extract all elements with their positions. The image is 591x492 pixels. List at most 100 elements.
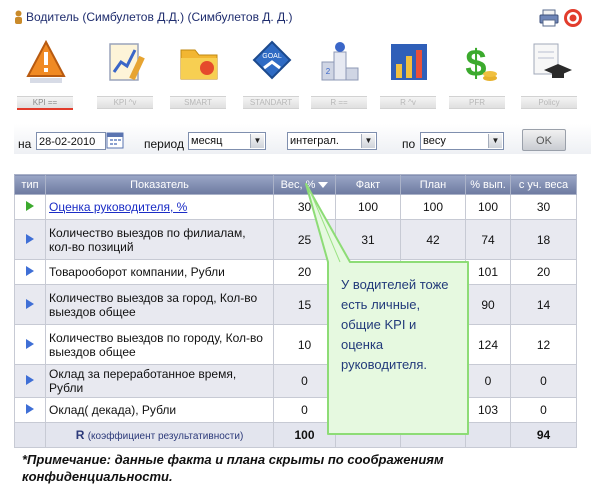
- tool-policy[interactable]: Policy: [518, 34, 580, 110]
- summary-label-cell: R (коэффициент результативности): [45, 422, 274, 448]
- header-weight[interactable]: Вес, %: [273, 174, 336, 195]
- filter-bar: на 28-02-2010 период месяц ▼ интеграл. ▼…: [14, 124, 591, 154]
- row-percent: 100: [465, 194, 511, 220]
- header-indicator[interactable]: Показатель: [45, 174, 274, 195]
- chevron-down-icon: ▼: [250, 134, 264, 148]
- tool-label: KPI ^v: [97, 96, 153, 109]
- table-row[interactable]: Оклад( декада), Рубли 0 103 0: [14, 397, 577, 423]
- row-fact: 100: [335, 194, 401, 220]
- header-type[interactable]: тип: [14, 174, 46, 195]
- table-row[interactable]: Оклад за переработанное время, Рубли 0 0…: [14, 364, 577, 398]
- play-green-icon[interactable]: [26, 201, 34, 211]
- callout-text: У водителей тоже есть личные, общие KPI …: [341, 275, 466, 375]
- tool-ranking-chart[interactable]: R ^v: [377, 34, 439, 110]
- row-percent: 74: [465, 219, 511, 260]
- row-plan: [400, 397, 466, 423]
- title-bar: Водитель (Симбулетов Д.Д.) (Симбулетов Д…: [14, 8, 591, 28]
- row-type-cell: [14, 364, 46, 398]
- summary-label: R: [75, 428, 85, 442]
- row-name-cell: Товарооборот компании, Рубли: [45, 259, 274, 285]
- tool-label: STANDART: [243, 96, 299, 109]
- smart-folder-icon: [180, 49, 218, 80]
- play-blue-icon[interactable]: [26, 233, 34, 244]
- tool-kpi-chart[interactable]: KPI ^v: [94, 34, 156, 110]
- date-input[interactable]: 28-02-2010: [36, 132, 106, 150]
- indicator-link[interactable]: Оценка руководителя, %: [49, 200, 187, 214]
- tool-label: KPI ==: [17, 96, 73, 110]
- row-name-cell: Количество выездов по филиалам, кол-во п…: [45, 219, 274, 260]
- header-weighted[interactable]: с уч. веса: [510, 174, 577, 195]
- row-name-cell: Количество выездов по городу, Кол-во вые…: [45, 324, 274, 365]
- period-label: период: [144, 137, 184, 151]
- row-weight: 20: [273, 259, 336, 285]
- row-type-cell: [14, 194, 46, 220]
- mode-select[interactable]: интеграл. ▼: [287, 132, 377, 150]
- row-fact: [335, 397, 401, 423]
- row-plan: 42: [400, 219, 466, 260]
- sort-down-icon: [318, 181, 329, 188]
- callout-line: оценка: [341, 337, 384, 352]
- row-weight: 10: [273, 324, 336, 365]
- summary-percent: [465, 422, 511, 448]
- ok-button[interactable]: OK: [522, 129, 566, 151]
- row-percent: 101: [465, 259, 511, 285]
- tool-ranking[interactable]: 2 R ==: [308, 34, 370, 110]
- mode-value: интеграл.: [290, 135, 339, 147]
- header-plan[interactable]: План: [400, 174, 466, 195]
- tool-standart[interactable]: GOAL STANDART: [240, 34, 302, 110]
- header-percent[interactable]: % вып.: [465, 174, 511, 195]
- printer-icon[interactable]: [539, 9, 559, 27]
- period-select[interactable]: месяц ▼: [188, 132, 266, 150]
- tool-kpi-table[interactable]: KPI ==: [14, 34, 76, 110]
- row-type-cell: [14, 284, 46, 325]
- table-row[interactable]: Количество выездов по городу, Кол-во вые…: [14, 324, 577, 365]
- app-panel: Водитель (Симбулетов Д.Д.) (Симбулетов Д…: [14, 0, 591, 451]
- row-weighted: 0: [510, 364, 577, 398]
- svg-text:GOAL: GOAL: [262, 53, 282, 60]
- graduation-cap-icon: [533, 43, 572, 78]
- page-title: Водитель (Симбулетов Д.Д.) (Симбулетов Д…: [26, 10, 293, 24]
- toolbar: KPI == KPI ^v SMART GOAL STANDART 2 R ==…: [14, 34, 591, 110]
- table-row[interactable]: Товарооборот компании, Рубли 20 101 20: [14, 259, 577, 285]
- table-row[interactable]: Оценка руководителя, % 30 100 100 100 30: [14, 194, 577, 220]
- row-type-cell: [14, 219, 46, 260]
- row-weighted: 14: [510, 284, 577, 325]
- play-blue-icon[interactable]: [26, 266, 34, 276]
- row-name-cell: Оклад за переработанное время, Рубли: [45, 364, 274, 398]
- play-blue-icon[interactable]: [26, 338, 34, 349]
- row-name-cell: Оценка руководителя, %: [45, 194, 274, 220]
- play-blue-icon[interactable]: [26, 375, 34, 385]
- row-weight: 15: [273, 284, 336, 325]
- callout-line: У водителей тоже: [341, 277, 449, 292]
- kpi-chart-icon: [109, 43, 145, 81]
- footnote: *Примечание: данные факта и плана скрыты…: [22, 452, 444, 484]
- row-weighted: 18: [510, 219, 577, 260]
- user-icon: [15, 10, 22, 24]
- table-row[interactable]: Количество выездов за город, Кол-во выез…: [14, 284, 577, 325]
- play-blue-icon[interactable]: [26, 298, 34, 309]
- play-blue-icon[interactable]: [26, 404, 34, 414]
- by-select[interactable]: весу ▼: [420, 132, 504, 150]
- table-row[interactable]: Количество выездов по филиалам, кол-во п…: [14, 219, 577, 260]
- row-name-cell: Количество выездов за город, Кол-во выез…: [45, 284, 274, 325]
- tool-label: SMART: [170, 96, 226, 109]
- row-percent: 124: [465, 324, 511, 365]
- calendar-icon[interactable]: [106, 131, 124, 149]
- row-type-cell: [14, 324, 46, 365]
- kpi-warning-icon: [26, 39, 66, 83]
- tool-label: Policy: [521, 96, 577, 109]
- tool-smart[interactable]: SMART: [167, 34, 229, 110]
- row-weight: 30: [273, 194, 336, 220]
- date-label: на: [18, 137, 32, 151]
- chevron-down-icon: ▼: [488, 134, 502, 148]
- row-percent: 90: [465, 284, 511, 325]
- row-fact: 31: [335, 219, 401, 260]
- summary-type-cell: [14, 422, 46, 448]
- tool-pfr[interactable]: $ PFR: [446, 34, 508, 110]
- row-weight: 0: [273, 364, 336, 398]
- chevron-down-icon: ▼: [361, 134, 375, 148]
- header-fact[interactable]: Факт: [335, 174, 401, 195]
- tool-label: R ^v: [380, 96, 436, 109]
- row-weight: 0: [273, 397, 336, 423]
- target-icon[interactable]: [563, 8, 583, 28]
